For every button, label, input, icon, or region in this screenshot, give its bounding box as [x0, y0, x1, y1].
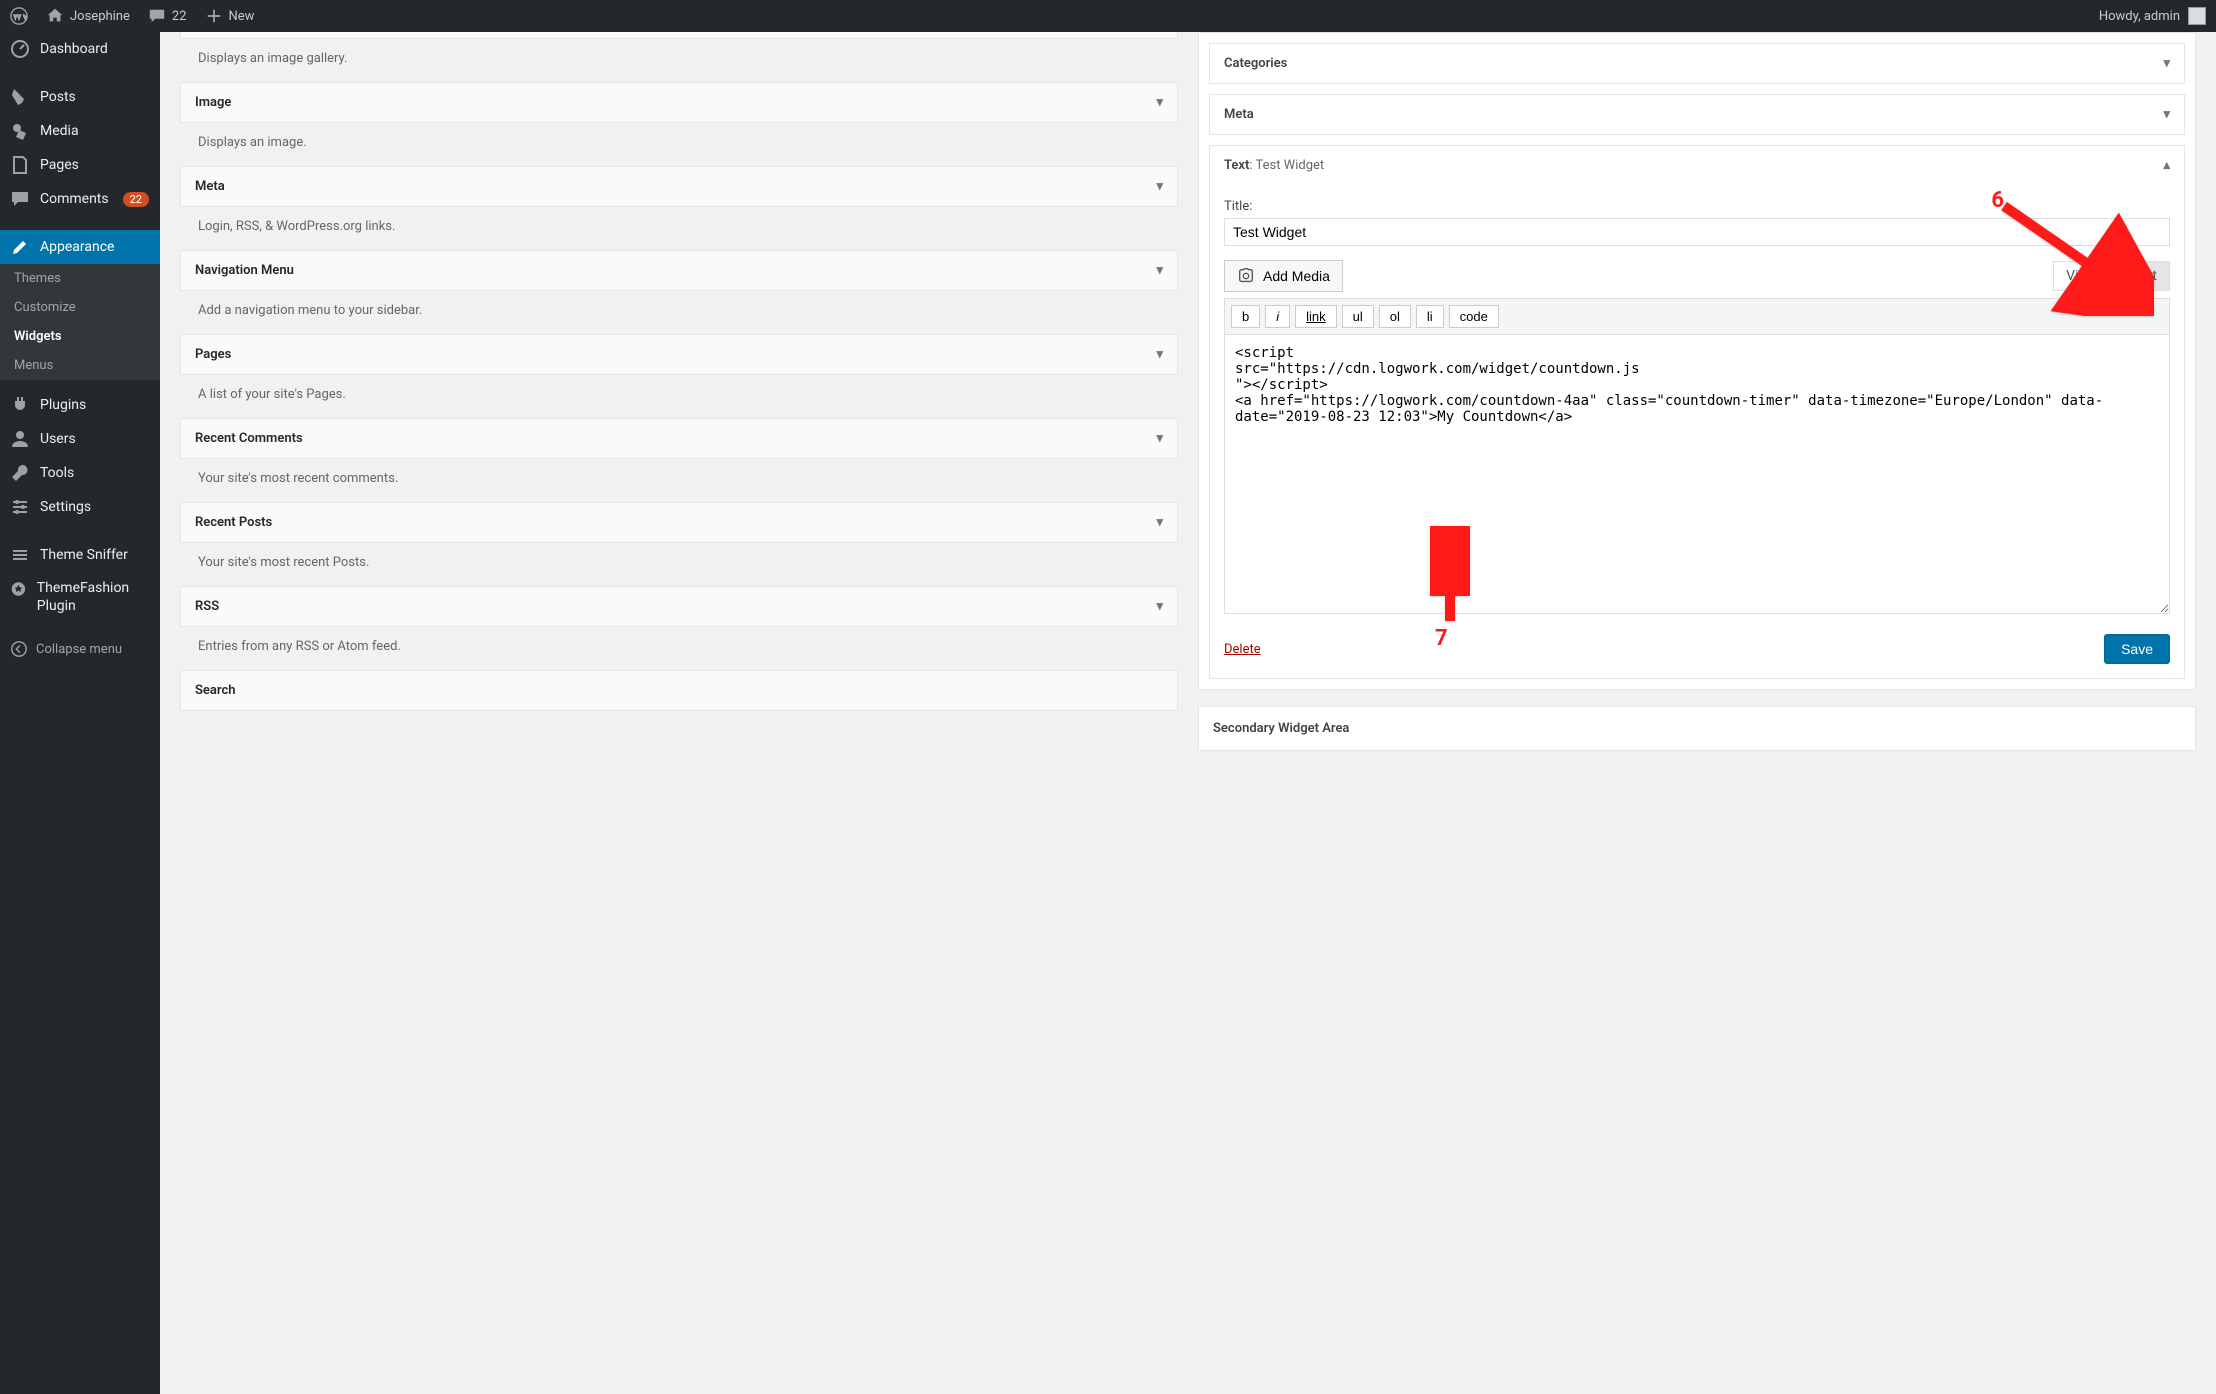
caret-down-icon: ▾ — [2163, 107, 2170, 122]
save-button[interactable]: Save — [2104, 634, 2170, 664]
sidebar-area-column: Categories▾ Meta▾ Text: Test Widget ▴ Ti… — [1198, 32, 2196, 751]
site-link[interactable]: Josephine — [46, 7, 130, 25]
collapse-menu[interactable]: Collapse menu — [0, 630, 160, 668]
submenu-customize[interactable]: Customize — [0, 293, 160, 322]
howdy-text[interactable]: Howdy, admin — [2099, 9, 2180, 24]
new-label: New — [229, 9, 255, 24]
caret-down-icon: ▾ — [1156, 599, 1163, 614]
widget-desc-meta: Login, RSS, & WordPress.org links. — [180, 207, 1178, 240]
widget-title-input[interactable] — [1224, 218, 2170, 246]
menu-themefashion-plugin[interactable]: ThemeFashion Plugin — [0, 572, 160, 622]
menu-settings[interactable]: Settings — [0, 490, 160, 524]
add-media-button[interactable]: Add Media — [1224, 260, 1343, 292]
submenu-appearance: Themes Customize Widgets Menus — [0, 264, 160, 380]
btn-code[interactable]: code — [1449, 305, 1499, 328]
avatar[interactable] — [2188, 7, 2206, 25]
available-widgets-column: Displays an image gallery. Image▾ Displa… — [180, 32, 1178, 711]
available-widget-gallery[interactable] — [180, 32, 1178, 39]
available-widget-image[interactable]: Image▾ — [180, 82, 1178, 123]
menu-media[interactable]: Media — [0, 114, 160, 148]
caret-down-icon: ▾ — [1156, 263, 1163, 278]
delete-link[interactable]: Delete — [1224, 642, 1261, 657]
widget-desc-rss: Entries from any RSS or Atom feed. — [180, 627, 1178, 660]
menu-plugins[interactable]: Plugins — [0, 388, 160, 422]
available-widget-pages[interactable]: Pages▾ — [180, 334, 1178, 375]
caret-down-icon: ▾ — [2163, 56, 2170, 71]
area-widget-meta[interactable]: Meta▾ — [1209, 94, 2185, 135]
tab-text[interactable]: Text — [2117, 261, 2170, 291]
submenu-widgets[interactable]: Widgets — [0, 322, 160, 351]
caret-up-icon: ▴ — [2163, 158, 2170, 173]
admin-sidebar: Dashboard Posts Media Pages Comments22 A… — [0, 32, 160, 1394]
secondary-widget-area[interactable]: Secondary Widget Area — [1198, 706, 2196, 751]
area-widget-categories[interactable]: Categories▾ — [1209, 43, 2185, 84]
available-widget-rss[interactable]: RSS▾ — [180, 586, 1178, 627]
admin-bar: Josephine 22 New Howdy, admin — [0, 0, 2216, 32]
widget-desc-image: Displays an image. — [180, 123, 1178, 156]
caret-down-icon: ▾ — [1156, 431, 1163, 446]
widget-desc-pages: A list of your site's Pages. — [180, 375, 1178, 408]
menu-posts[interactable]: Posts — [0, 80, 160, 114]
menu-users[interactable]: Users — [0, 422, 160, 456]
menu-theme-sniffer[interactable]: Theme Sniffer — [0, 538, 160, 572]
comments-link[interactable]: 22 — [148, 7, 187, 25]
available-widget-recent-posts[interactable]: Recent Posts▾ — [180, 502, 1178, 543]
caret-down-icon: ▾ — [1156, 515, 1163, 530]
available-widget-meta[interactable]: Meta▾ — [180, 166, 1178, 207]
wp-logo[interactable] — [10, 7, 28, 25]
widget-desc-recent-posts: Your site's most recent Posts. — [180, 543, 1178, 576]
available-widget-navmenu[interactable]: Navigation Menu▾ — [180, 250, 1178, 291]
submenu-themes[interactable]: Themes — [0, 264, 160, 293]
menu-pages[interactable]: Pages — [0, 148, 160, 182]
widget-desc-gallery: Displays an image gallery. — [180, 39, 1178, 72]
btn-italic[interactable]: i — [1265, 305, 1290, 328]
site-name: Josephine — [70, 9, 130, 24]
available-widget-recent-comments[interactable]: Recent Comments▾ — [180, 418, 1178, 459]
new-link[interactable]: New — [205, 7, 255, 25]
area-widget-text-head[interactable]: Text: Test Widget ▴ — [1210, 146, 2184, 185]
menu-tools[interactable]: Tools — [0, 456, 160, 490]
menu-dashboard[interactable]: Dashboard — [0, 32, 160, 66]
editor-toolbar: b i link ul ol li code — [1224, 298, 2170, 334]
btn-bold[interactable]: b — [1231, 305, 1260, 328]
btn-link[interactable]: link — [1295, 305, 1337, 328]
widget-desc-navmenu: Add a navigation menu to your sidebar. — [180, 291, 1178, 324]
menu-appearance[interactable]: Appearance — [0, 230, 160, 264]
widget-desc-recent-comments: Your site's most recent comments. — [180, 459, 1178, 492]
btn-ul[interactable]: ul — [1342, 305, 1374, 328]
caret-down-icon: ▾ — [1156, 179, 1163, 194]
submenu-menus[interactable]: Menus — [0, 351, 160, 380]
caret-down-icon: ▾ — [1156, 95, 1163, 110]
menu-comments[interactable]: Comments22 — [0, 182, 160, 216]
title-label: Title: — [1224, 199, 2170, 214]
btn-li[interactable]: li — [1416, 305, 1444, 328]
btn-ol[interactable]: ol — [1379, 305, 1411, 328]
comments-count: 22 — [172, 9, 187, 24]
caret-down-icon: ▾ — [1156, 347, 1163, 362]
widget-content-textarea[interactable] — [1224, 334, 2170, 614]
area-widget-text: Text: Test Widget ▴ Title: Add Media Vis… — [1209, 145, 2185, 679]
comments-badge: 22 — [123, 192, 149, 207]
tab-visual[interactable]: Visual — [2053, 261, 2117, 291]
available-widget-search[interactable]: Search — [180, 670, 1178, 711]
